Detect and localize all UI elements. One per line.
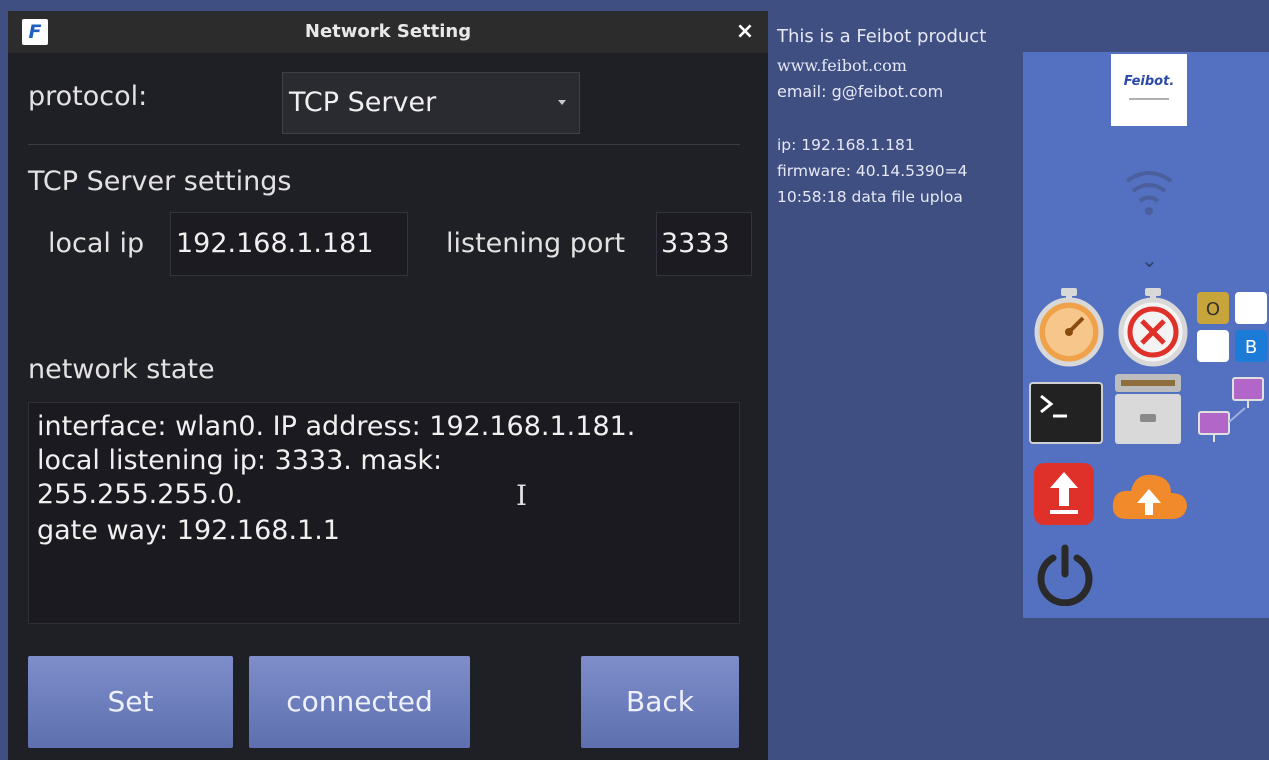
launcher-panel: Feibot. ⌄ O B: [1023, 52, 1269, 618]
title-bar[interactable]: F Network Setting ×: [8, 11, 768, 53]
section-title: TCP Server settings: [28, 166, 292, 197]
set-button[interactable]: Set: [28, 656, 233, 748]
terminal-icon[interactable]: [1029, 382, 1103, 444]
close-icon[interactable]: ×: [730, 11, 760, 53]
network-state-textarea[interactable]: interface: wlan0. IP address: 192.168.1.…: [28, 402, 740, 624]
ob-toggle-icon[interactable]: O B: [1195, 290, 1269, 364]
wifi-icon[interactable]: [1123, 167, 1175, 221]
local-ip-field[interactable]: 192.168.1.181: [170, 212, 408, 276]
website-text: www.feibot.com: [777, 56, 907, 75]
state-line: gate way: 192.168.1.1: [37, 515, 340, 546]
state-line: interface: wlan0. IP address: 192.168.1.…: [37, 411, 636, 442]
cloud-upload-icon[interactable]: [1109, 467, 1189, 523]
svg-text:B: B: [1245, 337, 1257, 358]
brand-subline: [1129, 98, 1169, 100]
remote-desktop-icon[interactable]: [1195, 374, 1265, 446]
window-title: Network Setting: [304, 21, 472, 42]
back-button[interactable]: Back: [581, 656, 739, 748]
firmware-text: firmware: 40.14.5390=4: [777, 162, 968, 180]
chevron-down-icon: [558, 100, 566, 105]
stopwatch-cancel-icon[interactable]: [1115, 288, 1191, 368]
file-cabinet-icon[interactable]: [1113, 372, 1183, 446]
text-cursor-icon: I: [516, 479, 528, 512]
local-ip-label: local ip: [48, 228, 145, 259]
listening-port-field[interactable]: 3333: [656, 212, 752, 276]
network-state-label: network state: [28, 354, 215, 385]
chevron-down-icon[interactable]: ⌄: [1141, 248, 1158, 272]
protocol-select[interactable]: TCP Server: [282, 72, 580, 134]
protocol-label: protocol:: [28, 81, 148, 112]
ip-text: ip: 192.168.1.181: [777, 136, 915, 154]
email-text: email: g@feibot.com: [777, 82, 944, 101]
svg-text:O: O: [1206, 299, 1220, 320]
brand-logo: Feibot.: [1111, 54, 1187, 126]
product-text: This is a Feibot product: [777, 26, 987, 47]
stopwatch-icon[interactable]: [1031, 288, 1107, 368]
power-icon[interactable]: [1033, 542, 1097, 606]
connected-button[interactable]: connected: [249, 656, 470, 748]
listening-port-label: listening port: [446, 228, 626, 259]
state-line: local listening ip: 3333. mask:: [37, 445, 443, 476]
network-setting-dialog: F Network Setting × protocol: TCP Server…: [8, 11, 768, 760]
log-text: 10:58:18 data file uploa: [777, 188, 963, 206]
brand-text: Feibot.: [1123, 74, 1175, 89]
state-line: 255.255.255.0.: [37, 479, 244, 510]
upload-icon[interactable]: [1033, 462, 1095, 526]
divider: [28, 144, 740, 145]
